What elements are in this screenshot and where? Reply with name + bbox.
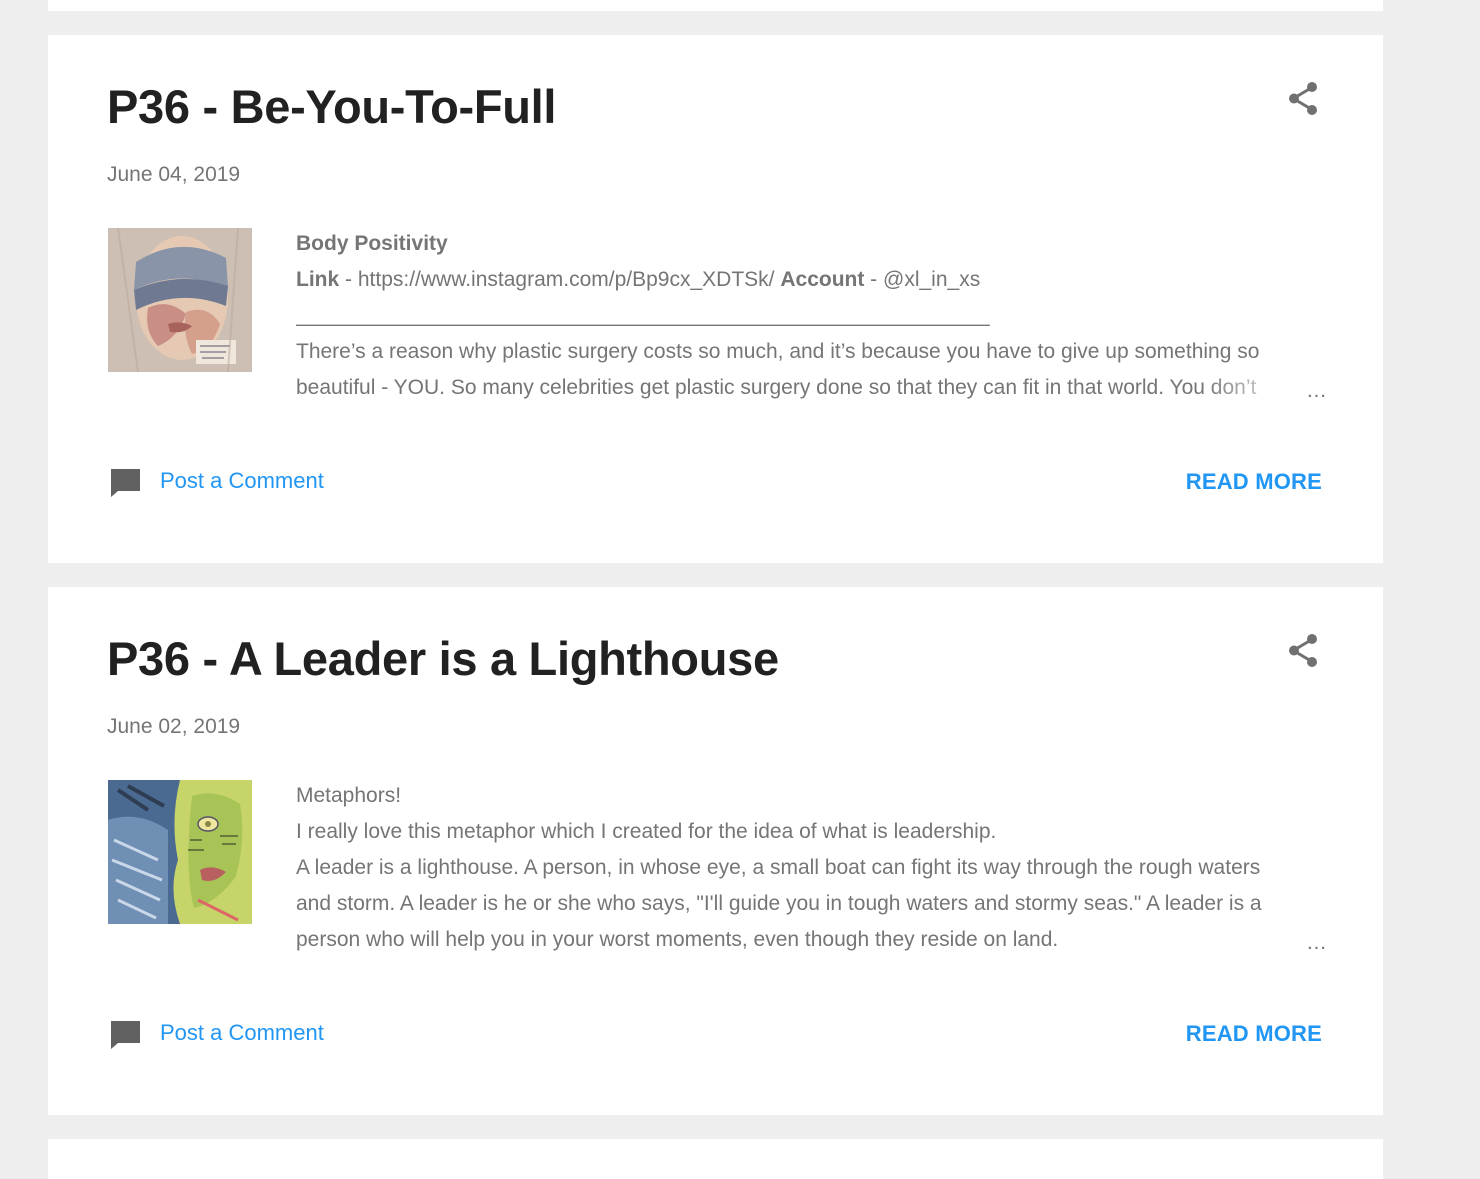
post-comment-link[interactable]: Post a Comment (160, 467, 324, 495)
share-icon (1289, 82, 1317, 115)
post-snippet: Body Positivity Link - https://www.insta… (296, 226, 1322, 406)
share-button[interactable] (1282, 631, 1326, 671)
next-post-card (48, 1139, 1383, 1179)
comment-icon[interactable] (109, 467, 143, 497)
share-icon (1289, 634, 1317, 667)
post-date: June 02, 2019 (107, 715, 241, 738)
previous-post-card (48, 0, 1383, 11)
snippet-line: Metaphors! (296, 784, 402, 807)
snippet-line: A leader is a lighthouse. A person, in w… (296, 856, 1261, 879)
snippet-divider: ________________________________________… (296, 304, 990, 327)
snippet-line: person who will help you in your worst m… (296, 928, 1059, 951)
snippet-line: beautiful - YOU. So many celebrities get… (296, 376, 1257, 399)
share-button[interactable] (1282, 79, 1326, 119)
post-thumbnail[interactable] (108, 228, 252, 372)
post-card: P36 - Be-You-To-Full June 04, 2019 Body … (48, 35, 1383, 563)
snippet-account-label: Account (780, 268, 865, 291)
snippet-link-sep: - (339, 268, 358, 291)
snippet-ellipsis: … (1306, 931, 1327, 954)
comment-icon[interactable] (109, 1019, 143, 1049)
snippet-link-line: Link - https://www.instagram.com/p/Bp9cx… (296, 262, 1322, 298)
post-date: June 04, 2019 (107, 163, 241, 186)
post-title[interactable]: P36 - Be-You-To-Full (107, 79, 556, 135)
post-comment-link[interactable]: Post a Comment (160, 1019, 324, 1047)
snippet-heading: Body Positivity (296, 232, 448, 255)
post-thumbnail-image (108, 780, 252, 924)
post-thumbnail-image (108, 228, 252, 372)
snippet-line: There’s a reason why plastic surgery cos… (296, 340, 1260, 363)
snippet-fade (1202, 370, 1322, 406)
post-thumbnail[interactable] (108, 780, 252, 924)
snippet-link-label: Link (296, 268, 340, 291)
snippet-account-handle: @xl_in_xs (883, 268, 981, 291)
read-more-link[interactable]: READ MORE (1186, 1020, 1322, 1048)
snippet-line: I really love this metaphor which I crea… (296, 820, 997, 843)
snippet-link-url: https://www.instagram.com/p/Bp9cx_XDTSk/ (357, 268, 775, 291)
snippet-ellipsis: … (1306, 379, 1327, 402)
read-more-link[interactable]: READ MORE (1186, 468, 1322, 496)
snippet-account-sep: - (864, 268, 884, 291)
snippet-line: and storm. A leader is he or she who say… (296, 892, 1262, 915)
post-title[interactable]: P36 - A Leader is a Lighthouse (107, 631, 779, 687)
post-card: P36 - A Leader is a Lighthouse June 02, … (48, 587, 1383, 1115)
post-snippet: Metaphors! I really love this metaphor w… (296, 778, 1322, 958)
